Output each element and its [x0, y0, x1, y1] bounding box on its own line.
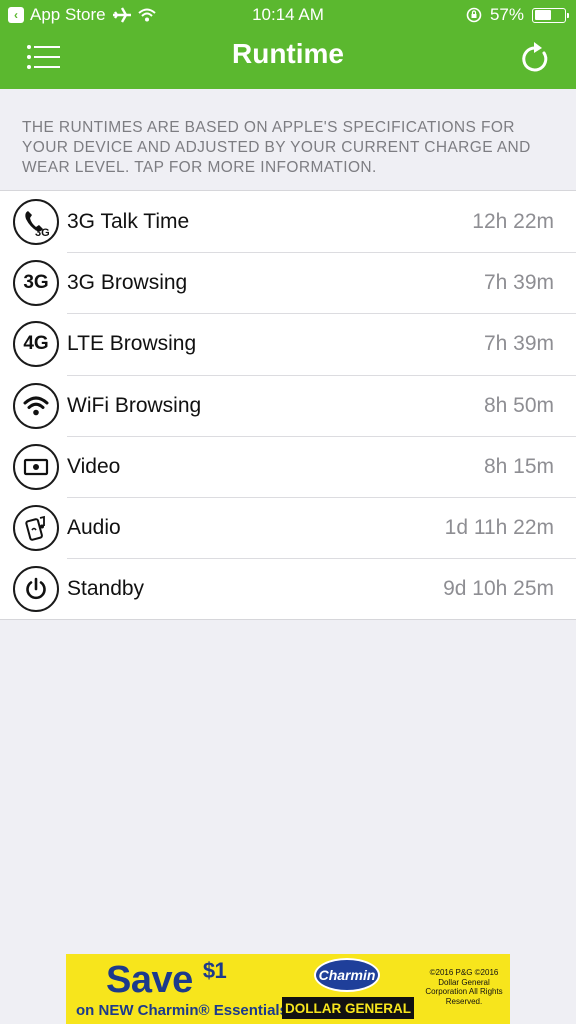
wifi-icon [13, 382, 59, 429]
row-value: 7h 39m [483, 271, 554, 295]
row-value: 9d 10h 25m [443, 577, 554, 601]
row-label: WiFi Browsing [67, 393, 202, 417]
list-item[interactable]: 3G 3G Browsing 7h 39m [0, 252, 576, 313]
ad-banner[interactable]: Save $1 on NEW Charmin® Essentials Charm… [66, 954, 510, 1024]
row-label: Audio [67, 515, 121, 539]
nav-header: ‹ App Store 10:14 AM 57% Runtime [0, 0, 576, 89]
battery-fill [534, 10, 552, 20]
status-right: 57% [466, 5, 569, 25]
phone-3g-icon: 3G [13, 199, 59, 245]
row-label: 3G Browsing [67, 271, 188, 295]
video-icon [13, 443, 59, 490]
ad-amount: $1 [202, 958, 227, 983]
row-label: 3G Talk Time [67, 210, 190, 233]
row-label: Standby [67, 577, 145, 601]
list-item[interactable]: 4G LTE Browsing 7h 39m [0, 313, 576, 374]
page-title: Runtime [232, 38, 344, 69]
ad-subline: on NEW Charmin® Essentials [76, 1002, 288, 1019]
4g-icon: 4G [13, 321, 59, 368]
runtime-list: 3G 3G Talk Time 12h 22m 3G 3G Browsing 7… [0, 190, 576, 621]
row-value: 8h 15m [483, 454, 554, 478]
ad-headline: Save $1 [106, 958, 227, 1002]
list-item[interactable]: WiFi Browsing 8h 50m [0, 374, 576, 436]
row-value: 8h 50m [483, 393, 554, 417]
3g-icon: 3G [13, 260, 59, 307]
audio-icon [13, 504, 59, 551]
row-label: Video [67, 454, 121, 478]
list-item[interactable]: Video 8h 15m [0, 435, 576, 497]
runtime-info-text[interactable]: THE RUNTIMES ARE BASED ON APPLE'S SPECIF… [22, 118, 557, 178]
list-item[interactable]: 3G 3G Talk Time 12h 22m [0, 191, 576, 252]
status-bar: ‹ App Store 10:14 AM 57% [0, 0, 576, 30]
dollar-general-logo: DOLLAR GENERAL [282, 997, 414, 1019]
phone-3g-icon-text: 3G [35, 227, 50, 239]
list-item[interactable]: Audio 1d 11h 22m [0, 496, 576, 558]
row-value: 12h 22m [472, 210, 554, 233]
ad-legal-text: ©2016 P&G ©2016 Dollar General Corporati… [425, 968, 503, 1006]
ad-save-text: Save [106, 959, 193, 1001]
row-value: 1d 11h 22m [444, 515, 554, 539]
charmin-logo: Charmin [314, 958, 380, 992]
battery-percent: 57% [489, 5, 524, 24]
rotation-lock-icon [466, 7, 482, 23]
refresh-icon[interactable] [520, 41, 550, 73]
power-icon [13, 566, 59, 613]
list-item[interactable]: Standby 9d 10h 25m [0, 558, 576, 619]
battery-icon [532, 7, 569, 23]
row-label: LTE Browsing [67, 332, 197, 356]
row-value: 7h 39m [483, 332, 554, 356]
